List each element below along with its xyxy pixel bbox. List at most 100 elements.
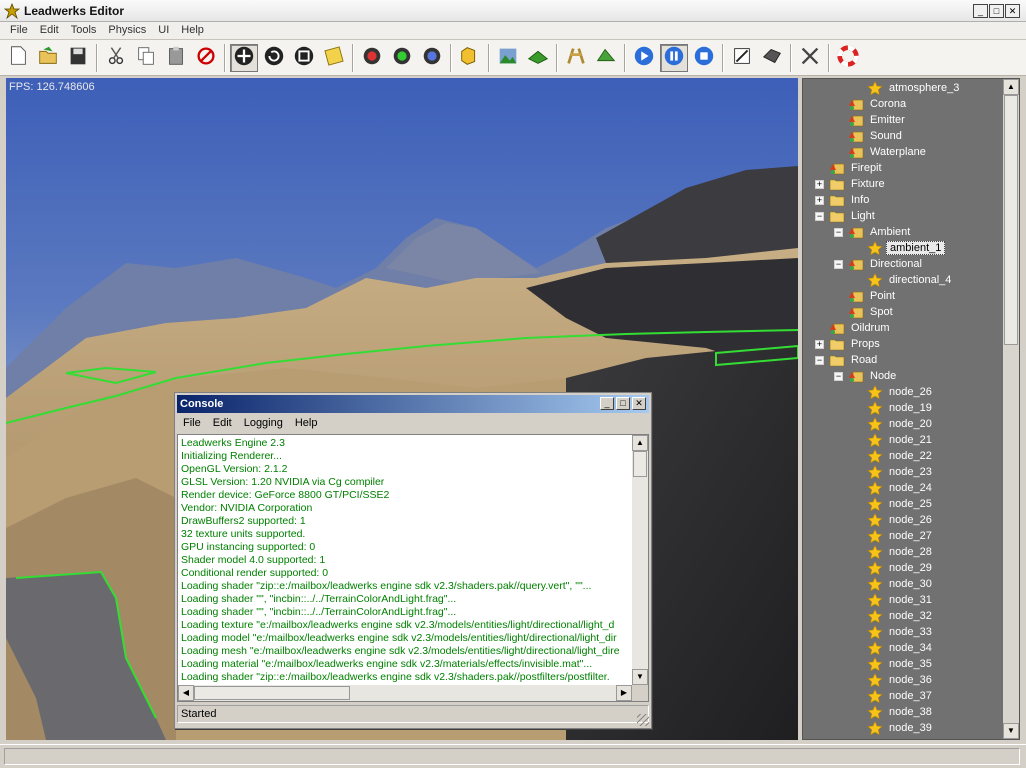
console-menu-help[interactable]: Help	[289, 415, 324, 433]
console-scroll-down-arrow-icon[interactable]: ▼	[632, 669, 648, 685]
tree-item[interactable]: Oildrum	[829, 320, 893, 336]
move-button[interactable]	[230, 43, 258, 72]
resize-grip-icon[interactable]	[637, 714, 649, 726]
tree-item[interactable]: node_22	[867, 448, 935, 464]
tree-item[interactable]: Fixture	[829, 176, 888, 192]
menu-edit[interactable]: Edit	[34, 22, 65, 39]
rotate-button[interactable]	[260, 44, 288, 72]
console-horizontal-scrollbar[interactable]: ◀ ▶	[178, 685, 632, 701]
cut-button[interactable]	[102, 44, 130, 72]
tree-item[interactable]: Directional	[848, 256, 925, 272]
console-scroll-up-arrow-icon[interactable]: ▲	[632, 435, 648, 451]
tree-item[interactable]: node_30	[867, 576, 935, 592]
new-file-button[interactable]	[4, 44, 32, 72]
menu-file[interactable]: File	[4, 22, 34, 39]
expand-icon[interactable]: +	[815, 196, 824, 205]
terrain-tool-button[interactable]	[456, 44, 484, 72]
tree-item[interactable]: node_39	[867, 720, 935, 736]
tree-item[interactable]: node_25	[867, 496, 935, 512]
console-minimize-button[interactable]: _	[600, 397, 614, 410]
console-title-bar[interactable]: Console _ □ ✕	[177, 395, 649, 413]
scroll-down-arrow-icon[interactable]: ▼	[1003, 723, 1019, 739]
tree-item[interactable]: Node	[848, 368, 899, 384]
tree-item[interactable]: Point	[848, 288, 898, 304]
console-menu-file[interactable]: File	[177, 415, 207, 433]
minimize-button[interactable]: _	[973, 4, 988, 18]
tree-item[interactable]: node_36	[867, 672, 935, 688]
console-close-button[interactable]: ✕	[632, 397, 646, 410]
collapse-icon[interactable]: −	[834, 372, 843, 381]
vegetation-button[interactable]	[524, 44, 552, 72]
paste-button[interactable]	[162, 44, 190, 72]
stop-button[interactable]	[690, 44, 718, 72]
camera-green-button[interactable]	[388, 44, 416, 72]
tree-item[interactable]: node_29	[867, 560, 935, 576]
tree-item[interactable]: node_26	[867, 512, 935, 528]
help-lifebuoy-button[interactable]	[834, 44, 862, 72]
tree-item[interactable]: Corona	[848, 96, 909, 112]
maximize-button[interactable]: □	[989, 4, 1004, 18]
tree-item[interactable]: ambient_1	[867, 240, 946, 256]
tree-item[interactable]: node_31	[867, 592, 935, 608]
tree-item[interactable]: node_35	[867, 656, 935, 672]
tree-scroll-thumb[interactable]	[1004, 95, 1018, 345]
tree-item[interactable]: node_23	[867, 464, 935, 480]
model-tool-button[interactable]	[758, 44, 786, 72]
road-tool-button[interactable]	[562, 44, 590, 72]
pause-button[interactable]	[660, 43, 688, 72]
tree-item[interactable]: Spot	[848, 304, 896, 320]
tree-item[interactable]: directional_4	[867, 272, 954, 288]
play-button[interactable]	[630, 44, 658, 72]
script-editor-button[interactable]	[728, 44, 756, 72]
tree-item[interactable]: Emitter	[848, 112, 908, 128]
console-hscroll-thumb[interactable]	[194, 686, 350, 700]
camera-blue-button[interactable]	[418, 44, 446, 72]
tree-item[interactable]: node_37	[867, 688, 935, 704]
menu-physics[interactable]: Physics	[102, 22, 152, 39]
tree-item[interactable]: node_38	[867, 704, 935, 720]
console-menu-logging[interactable]: Logging	[238, 415, 289, 433]
menu-ui[interactable]: UI	[152, 22, 175, 39]
console-maximize-button[interactable]: □	[616, 397, 630, 410]
collapse-icon[interactable]: −	[834, 260, 843, 269]
delete-button[interactable]	[192, 44, 220, 72]
copy-button[interactable]	[132, 44, 160, 72]
console-vertical-scrollbar[interactable]: ▲ ▼	[632, 435, 648, 685]
tree-vertical-scrollbar[interactable]: ▲ ▼	[1003, 79, 1019, 739]
open-folder-button[interactable]	[34, 44, 62, 72]
terrain-paint-button[interactable]	[494, 44, 522, 72]
console-menu-edit[interactable]: Edit	[207, 415, 238, 433]
tree-item[interactable]: Props	[829, 336, 883, 352]
camera-red-button[interactable]	[358, 44, 386, 72]
expand-icon[interactable]: +	[815, 180, 824, 189]
tree-item[interactable]: node_21	[867, 432, 935, 448]
console-scroll-left-arrow-icon[interactable]: ◀	[178, 685, 194, 701]
tree-item[interactable]: node_28	[867, 544, 935, 560]
console-scroll-thumb[interactable]	[633, 451, 647, 477]
tree-item[interactable]: node_20	[867, 416, 935, 432]
tree-item[interactable]: node_26	[867, 384, 935, 400]
tree-item[interactable]: node_19	[867, 400, 935, 416]
collapse-icon[interactable]: −	[815, 356, 824, 365]
tree-item[interactable]: Light	[829, 208, 878, 224]
tree-item[interactable]: node_33	[867, 624, 935, 640]
tree-item[interactable]: Waterplane	[848, 144, 929, 160]
tree-item[interactable]: Info	[829, 192, 872, 208]
foliage-button[interactable]	[592, 44, 620, 72]
tree-item[interactable]: Firepit	[829, 160, 885, 176]
menu-help[interactable]: Help	[175, 22, 210, 39]
close-button[interactable]: ✕	[1005, 4, 1020, 18]
expand-icon[interactable]: +	[815, 340, 824, 349]
scale-button[interactable]	[290, 44, 318, 72]
menu-tools[interactable]: Tools	[65, 22, 103, 39]
collapse-icon[interactable]: −	[815, 212, 824, 221]
select-button[interactable]	[320, 44, 348, 72]
console-scroll-right-arrow-icon[interactable]: ▶	[616, 685, 632, 701]
collapse-icon[interactable]: −	[834, 228, 843, 237]
console-log[interactable]: Leadwerks Engine 2.3 Initializing Rendere…	[177, 434, 649, 702]
tree-item[interactable]: node_32	[867, 608, 935, 624]
tree-item[interactable]: atmosphere_3	[867, 80, 962, 96]
tree-item[interactable]: node_27	[867, 528, 935, 544]
tools-button[interactable]	[796, 44, 824, 72]
save-button[interactable]	[64, 44, 92, 72]
